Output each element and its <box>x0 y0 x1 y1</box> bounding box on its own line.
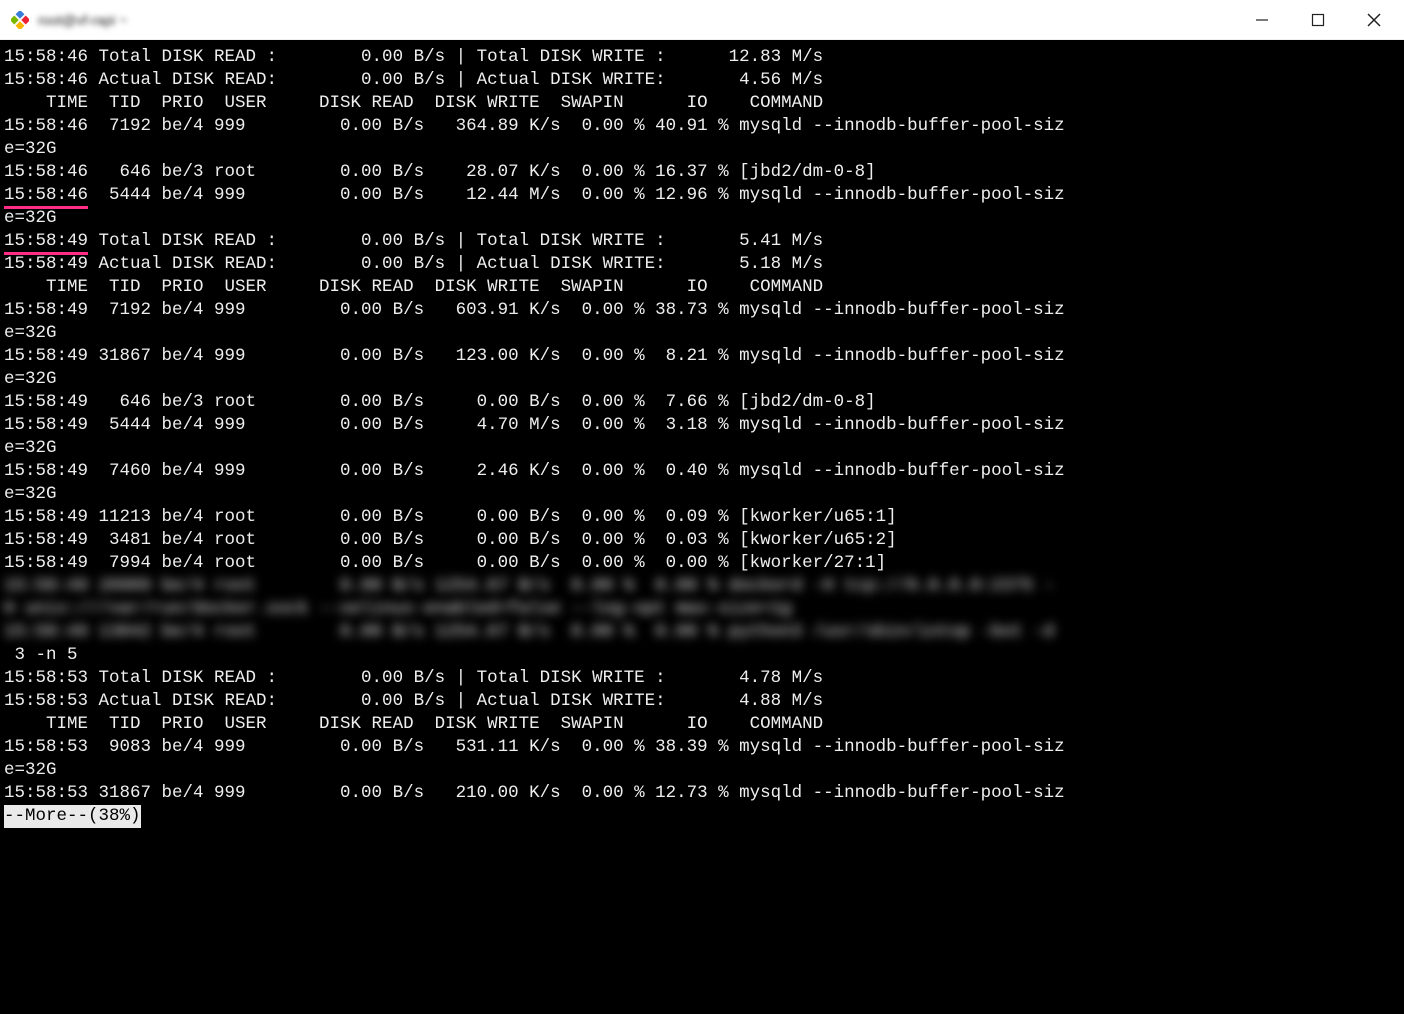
terminal-line: e=32G <box>4 368 1400 391</box>
terminal-line: 15:58:49 Total DISK READ : 0.00 B/s | To… <box>4 230 1400 253</box>
app-icon <box>10 10 30 30</box>
window-title: root@vf-rapi ~ <box>38 12 127 28</box>
terminal-line: 15:58:46 5444 be/4 999 0.00 B/s 12.44 M/… <box>4 184 1400 207</box>
terminal-line: e=32G <box>4 322 1400 345</box>
close-button[interactable] <box>1346 0 1402 40</box>
terminal-line: 15:58:49 646 be/3 root 0.00 B/s 0.00 B/s… <box>4 391 1400 414</box>
terminal-line: e=32G <box>4 138 1400 161</box>
minimize-button[interactable] <box>1234 0 1290 40</box>
terminal-line: 15:58:46 7192 be/4 999 0.00 B/s 364.89 K… <box>4 115 1400 138</box>
terminal-line: 15:58:53 Actual DISK READ: 0.00 B/s | Ac… <box>4 690 1400 713</box>
terminal-line: 15:58:49 Actual DISK READ: 0.00 B/s | Ac… <box>4 253 1400 276</box>
terminal-line: 15:58:49 7192 be/4 999 0.00 B/s 603.91 K… <box>4 299 1400 322</box>
terminal-line: H unix:///var/run/docker.sock --selinux-… <box>4 598 1400 621</box>
terminal-line: e=32G <box>4 759 1400 782</box>
terminal-line: 15:58:49 11213 be/4 root 0.00 B/s 0.00 B… <box>4 506 1400 529</box>
terminal-line: 15:58:49 5444 be/4 999 0.00 B/s 4.70 M/s… <box>4 414 1400 437</box>
terminal-line: 15:58:49 7460 be/4 999 0.00 B/s 2.46 K/s… <box>4 460 1400 483</box>
terminal-line: e=32G <box>4 483 1400 506</box>
terminal-output[interactable]: 15:58:46 Total DISK READ : 0.00 B/s | To… <box>0 40 1404 1014</box>
more-prompt[interactable]: --More--(38%) <box>4 805 1400 828</box>
terminal-line: 15:58:49 13042 be/4 root 0.00 B/s 1254.6… <box>4 621 1400 644</box>
terminal-line: 15:58:53 Total DISK READ : 0.00 B/s | To… <box>4 667 1400 690</box>
terminal-line: 15:58:53 9083 be/4 999 0.00 B/s 531.11 K… <box>4 736 1400 759</box>
terminal-line: 15:58:49 7994 be/4 root 0.00 B/s 0.00 B/… <box>4 552 1400 575</box>
terminal-line: e=32G <box>4 207 1400 230</box>
maximize-button[interactable] <box>1290 0 1346 40</box>
terminal-line: 15:58:49 3481 be/4 root 0.00 B/s 0.00 B/… <box>4 529 1400 552</box>
terminal-line: TIME TID PRIO USER DISK READ DISK WRITE … <box>4 276 1400 299</box>
terminal-line: TIME TID PRIO USER DISK READ DISK WRITE … <box>4 713 1400 736</box>
terminal-line: e=32G <box>4 437 1400 460</box>
terminal-line: 15:58:46 Actual DISK READ: 0.00 B/s | Ac… <box>4 69 1400 92</box>
terminal-line: 15:58:46 646 be/3 root 0.00 B/s 28.07 K/… <box>4 161 1400 184</box>
terminal-line: 15:58:49 31867 be/4 999 0.00 B/s 123.00 … <box>4 345 1400 368</box>
terminal-line: 15:58:53 31867 be/4 999 0.00 B/s 210.00 … <box>4 782 1400 805</box>
window-titlebar: root@vf-rapi ~ <box>0 0 1404 40</box>
terminal-line: 3 -n 5 <box>4 644 1400 667</box>
terminal-line: TIME TID PRIO USER DISK READ DISK WRITE … <box>4 92 1400 115</box>
terminal-line: 15:58:49 20909 be/4 root 0.00 B/s 1254.6… <box>4 575 1400 598</box>
terminal-line: 15:58:46 Total DISK READ : 0.00 B/s | To… <box>4 46 1400 69</box>
